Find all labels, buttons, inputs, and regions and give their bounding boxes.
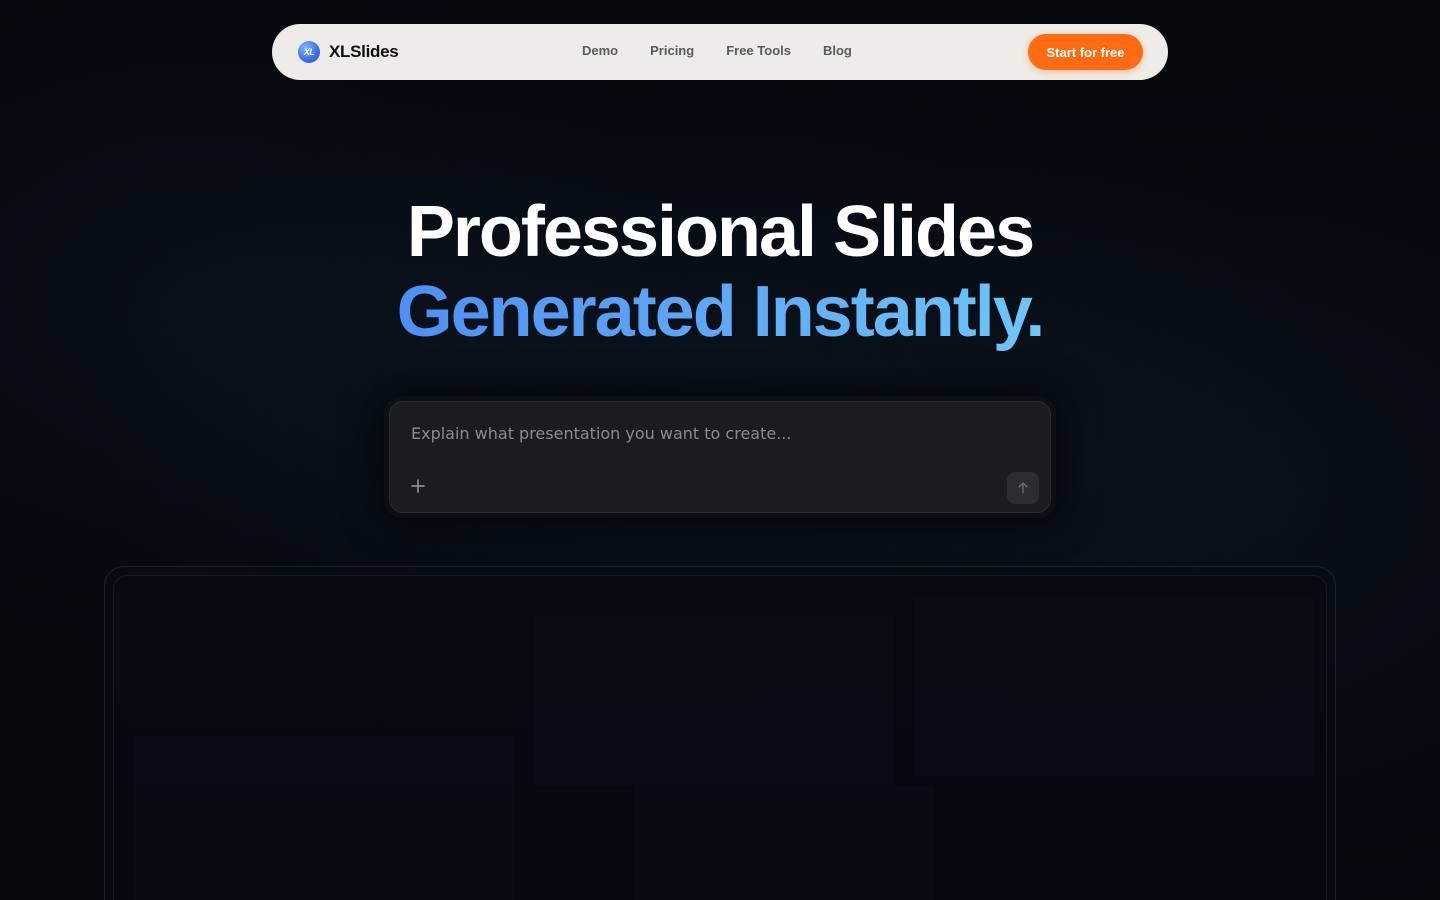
preview-panel-right	[914, 596, 1314, 776]
page: XL XLSlides Demo Pricing Free Tools Blog…	[0, 0, 1440, 900]
preview-frame	[104, 566, 1336, 900]
nav-link-free-tools[interactable]: Free Tools	[726, 43, 791, 58]
hero-title-line-2: Generated Instantly.	[0, 270, 1440, 354]
nav-link-blog[interactable]: Blog	[823, 43, 852, 58]
send-button[interactable]	[1007, 472, 1039, 504]
arrow-up-icon	[1016, 481, 1030, 495]
navbar: XL XLSlides Demo Pricing Free Tools Blog…	[272, 24, 1168, 80]
start-for-free-button[interactable]: Start for free	[1028, 34, 1143, 70]
nav-link-pricing[interactable]: Pricing	[650, 43, 694, 58]
nav-link-demo[interactable]: Demo	[582, 43, 618, 58]
preview-panel-bottom	[634, 786, 934, 900]
xl-logo-icon: XL	[298, 41, 320, 63]
prompt-input[interactable]	[409, 420, 1013, 446]
plus-icon[interactable]	[410, 478, 426, 494]
prompt-box	[389, 401, 1051, 513]
preview-panel-left	[134, 736, 514, 900]
brand-logo[interactable]: XL XLSlides	[298, 40, 399, 64]
hero-title-gradient-text: Generated Instantly.	[396, 272, 1046, 352]
brand-name: XLSlides	[329, 42, 399, 61]
nav-links: Demo Pricing Free Tools Blog	[582, 43, 884, 58]
hero-title-line-1: Professional Slides	[406, 192, 1035, 272]
preview-panel-center	[534, 616, 894, 786]
preview-area	[113, 575, 1327, 900]
